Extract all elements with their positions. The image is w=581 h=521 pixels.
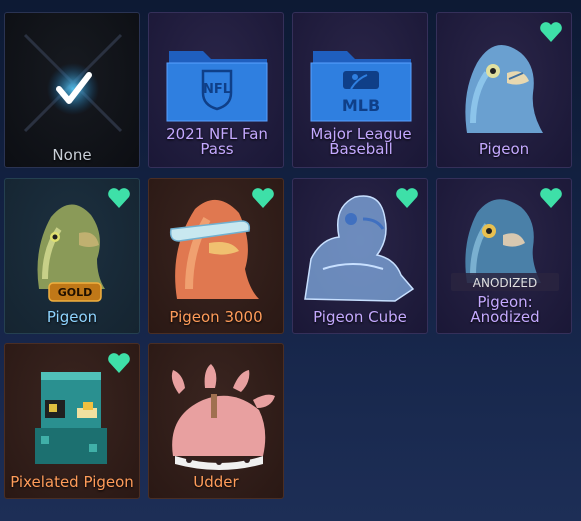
item-tile-pigeon-3000[interactable]: Pigeon 3000 (148, 178, 284, 334)
nfl-folder-icon: NFL (166, 51, 268, 122)
item-tile-udder[interactable]: Udder (148, 343, 284, 499)
mlb-folder-icon: MLB (310, 51, 412, 122)
favorite-heart-icon[interactable] (395, 187, 419, 209)
nfl-folder-text: NFL (203, 82, 231, 97)
item-label: Pigeon 3000 (169, 308, 263, 326)
item-tile-gold-pigeon[interactable]: GOLD Pigeon (4, 178, 140, 334)
item-grid: None NFL 2021 NFL Fan Pass MLB Major Lea… (0, 0, 581, 521)
item-label: Udder (193, 473, 239, 491)
item-tile-none[interactable]: None (4, 12, 140, 168)
favorite-heart-icon[interactable] (539, 187, 563, 209)
favorite-heart-icon[interactable] (251, 187, 275, 209)
item-label: Pixelated Pigeon (10, 473, 134, 491)
item-tile-nfl-fan-pass[interactable]: NFL 2021 NFL Fan Pass (148, 12, 284, 168)
item-label: None (52, 146, 92, 164)
item-label: 2021 NFL Fan Pass (166, 125, 268, 158)
item-label: Pigeon (478, 140, 530, 158)
item-label: Major League Baseball (310, 125, 412, 158)
item-tile-pigeon-cube[interactable]: Pigeon Cube (292, 178, 428, 334)
anodized-badge: ANODIZED (473, 276, 537, 290)
item-label: Pigeon (46, 308, 98, 326)
favorite-heart-icon[interactable] (539, 21, 563, 43)
favorite-heart-icon[interactable] (107, 352, 131, 374)
item-tile-pigeon[interactable]: Pigeon (436, 12, 572, 168)
item-tile-pigeon-anodized[interactable]: ANODIZED Pigeon: Anodized (436, 178, 572, 334)
gold-badge: GOLD (58, 286, 93, 299)
item-label: Pigeon: Anodized (470, 293, 540, 326)
none-checkmark-icon (23, 33, 123, 133)
mlb-folder-text: MLB (342, 96, 380, 115)
item-tile-mlb[interactable]: MLB Major League Baseball (292, 12, 428, 168)
favorite-heart-icon[interactable] (107, 187, 131, 209)
item-tile-pixelated-pigeon[interactable]: Pixelated Pigeon (4, 343, 140, 499)
udder-topper-icon (171, 364, 275, 470)
item-label: Pigeon Cube (313, 308, 407, 326)
